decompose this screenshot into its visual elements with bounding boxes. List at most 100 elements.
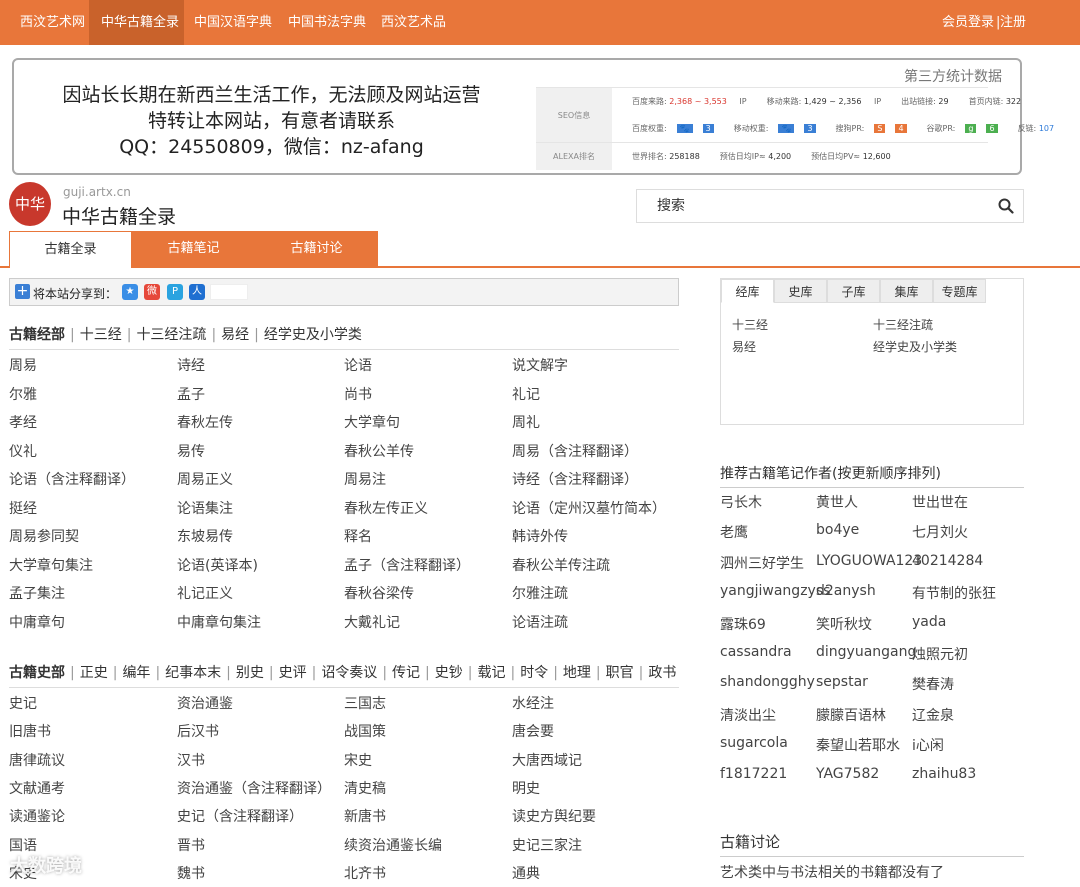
book-link[interactable]: 春秋左传 (177, 412, 233, 432)
register-link[interactable]: 注册 (1000, 0, 1026, 45)
book-link[interactable]: 汉书 (177, 750, 205, 770)
book-link[interactable]: 宋史 (344, 750, 372, 770)
book-link[interactable]: 周易正义 (177, 469, 233, 489)
book-link[interactable]: 说文解字 (512, 355, 568, 375)
book-link[interactable]: 晋书 (177, 835, 205, 855)
author-link[interactable]: LYOGUOWA123 (816, 553, 922, 569)
book-link[interactable]: 诗经（含注释翻译） (512, 469, 638, 489)
author-link[interactable]: 辽金泉 (912, 705, 954, 725)
author-link[interactable]: 泗州三好学生 (720, 553, 804, 573)
subcat-link[interactable]: 经学史及小学类 (264, 327, 362, 343)
nav-item-artworks[interactable]: 西汶艺术品 (381, 0, 446, 45)
book-link[interactable]: 资治通鉴 (177, 693, 233, 713)
renren-icon[interactable]: 人 (189, 284, 205, 300)
author-link[interactable]: 笑听秋坟 (816, 614, 872, 634)
ad-banner[interactable]: 因站长长期在新西兰生活工作，无法顾及网站运营 特转让本网站，有意者请联系 QQ：… (12, 58, 1054, 175)
subcat-link[interactable]: 别史 (236, 665, 264, 681)
book-link[interactable]: 孟子集注 (9, 583, 65, 603)
discussion-item[interactable]: 艺术类中与书法相关的书籍都没有了 (720, 862, 944, 882)
book-link[interactable]: 尚书 (344, 384, 372, 404)
subcat-link[interactable]: 传记 (392, 665, 420, 681)
author-link[interactable]: 有节制的张狂 (912, 583, 996, 603)
book-link[interactable]: 礼记正义 (177, 583, 233, 603)
subcat-link[interactable]: 诏令奏议 (321, 665, 377, 681)
lib-item[interactable]: 十三经 (732, 316, 768, 333)
subcat-link[interactable]: 易经 (221, 327, 249, 343)
author-link[interactable]: yangjiwangzyss (720, 583, 830, 599)
lib-tab-ji[interactable]: 集库 (880, 279, 933, 303)
book-link[interactable]: 论语 (344, 355, 372, 375)
book-link[interactable]: 尔雅 (9, 384, 37, 404)
lib-tab-shi[interactable]: 史库 (774, 279, 827, 303)
author-link[interactable]: 黄世人 (816, 492, 858, 512)
book-link[interactable]: 周易 (9, 355, 37, 375)
subcat-link[interactable]: 十三经注疏 (136, 327, 206, 343)
book-link[interactable]: 孟子 (177, 384, 205, 404)
book-link[interactable]: 易传 (177, 441, 205, 461)
author-link[interactable]: 世出世在 (912, 492, 968, 512)
book-link[interactable]: 韩诗外传 (512, 526, 568, 546)
book-link[interactable]: 中庸章句集注 (177, 612, 261, 632)
share-plus-icon[interactable]: + (15, 284, 30, 299)
subcat-link[interactable]: 政书 (648, 665, 676, 681)
book-link[interactable]: 孝经 (9, 412, 37, 432)
author-link[interactable]: dingyuangang (816, 644, 916, 660)
author-link[interactable]: sugarcola (720, 735, 788, 751)
weibo-icon[interactable]: 微 (144, 284, 160, 300)
author-link[interactable]: shandongghy (720, 674, 815, 690)
author-link[interactable]: 樊春涛 (912, 674, 954, 694)
book-link[interactable]: 春秋公羊传注疏 (512, 555, 610, 575)
nav-item-xiwen-art[interactable]: 西汶艺术网 (20, 0, 85, 45)
book-link[interactable]: 论语集注 (177, 498, 233, 518)
author-link[interactable]: 清淡出尘 (720, 705, 776, 725)
book-link[interactable]: 孟子（含注释翻译） (344, 555, 470, 575)
book-link[interactable]: 清史稿 (344, 778, 386, 798)
tab-guji-notes[interactable]: 古籍笔记 (132, 231, 255, 267)
book-link[interactable]: 史记三家注 (512, 835, 582, 855)
qzone-star-icon[interactable]: ★ (122, 284, 138, 300)
book-link[interactable]: 读通鉴论 (9, 806, 65, 826)
book-link[interactable]: 北齐书 (344, 863, 386, 883)
subcat-link[interactable]: 编年 (122, 665, 150, 681)
section-shi-title[interactable]: 古籍史部 (9, 665, 65, 681)
tencent-weibo-icon[interactable]: P (167, 284, 183, 300)
subcat-link[interactable]: 史评 (279, 665, 307, 681)
book-link[interactable]: 周礼 (512, 412, 540, 432)
book-link[interactable]: 释名 (344, 526, 372, 546)
author-link[interactable]: i心闲 (912, 735, 944, 755)
book-link[interactable]: 论语（定州汉墓竹简本） (512, 498, 666, 518)
book-link[interactable]: 大戴礼记 (344, 612, 400, 632)
nav-item-guji[interactable]: 中华古籍全录 (89, 0, 184, 45)
book-link[interactable]: 读史方舆纪要 (512, 806, 596, 826)
login-link[interactable]: 会员登录 (942, 0, 994, 45)
book-link[interactable]: 春秋谷梁传 (344, 583, 414, 603)
book-link[interactable]: 史记 (9, 693, 37, 713)
nav-item-hanyu-dict[interactable]: 中国汉语字典 (194, 0, 272, 45)
tab-guji-discussion[interactable]: 古籍讨论 (255, 231, 378, 267)
subcat-link[interactable]: 载记 (477, 665, 505, 681)
tab-guji-all[interactable]: 古籍全录 (9, 231, 132, 268)
book-link[interactable]: 中庸章句 (9, 612, 65, 632)
book-link[interactable]: 大学章句 (344, 412, 400, 432)
book-link[interactable]: 魏书 (177, 863, 205, 883)
subcat-link[interactable]: 职官 (606, 665, 634, 681)
author-link[interactable]: bo4ye (816, 522, 859, 538)
book-link[interactable]: 文献通考 (9, 778, 65, 798)
logo-seal[interactable]: 中华 (9, 182, 51, 226)
lib-tab-jing[interactable]: 经库 (721, 279, 774, 303)
book-link[interactable]: 周易参同契 (9, 526, 79, 546)
book-link[interactable]: 大唐西域记 (512, 750, 582, 770)
book-link[interactable]: 挺经 (9, 498, 37, 518)
author-link[interactable]: 七月刘火 (912, 522, 968, 542)
author-link[interactable]: 朦朦百语林 (816, 705, 886, 725)
author-link[interactable]: 露珠69 (720, 614, 766, 634)
book-link[interactable]: 大学章句集注 (9, 555, 93, 575)
subcat-link[interactable]: 纪事本末 (165, 665, 221, 681)
book-link[interactable]: 通典 (512, 863, 540, 883)
search-input[interactable] (637, 190, 987, 222)
author-link[interactable]: cassandra (720, 644, 792, 660)
book-link[interactable]: 尔雅注疏 (512, 583, 568, 603)
share-more[interactable] (210, 284, 248, 300)
section-jing-title[interactable]: 古籍经部 (9, 327, 65, 343)
book-link[interactable]: 东坡易传 (177, 526, 233, 546)
